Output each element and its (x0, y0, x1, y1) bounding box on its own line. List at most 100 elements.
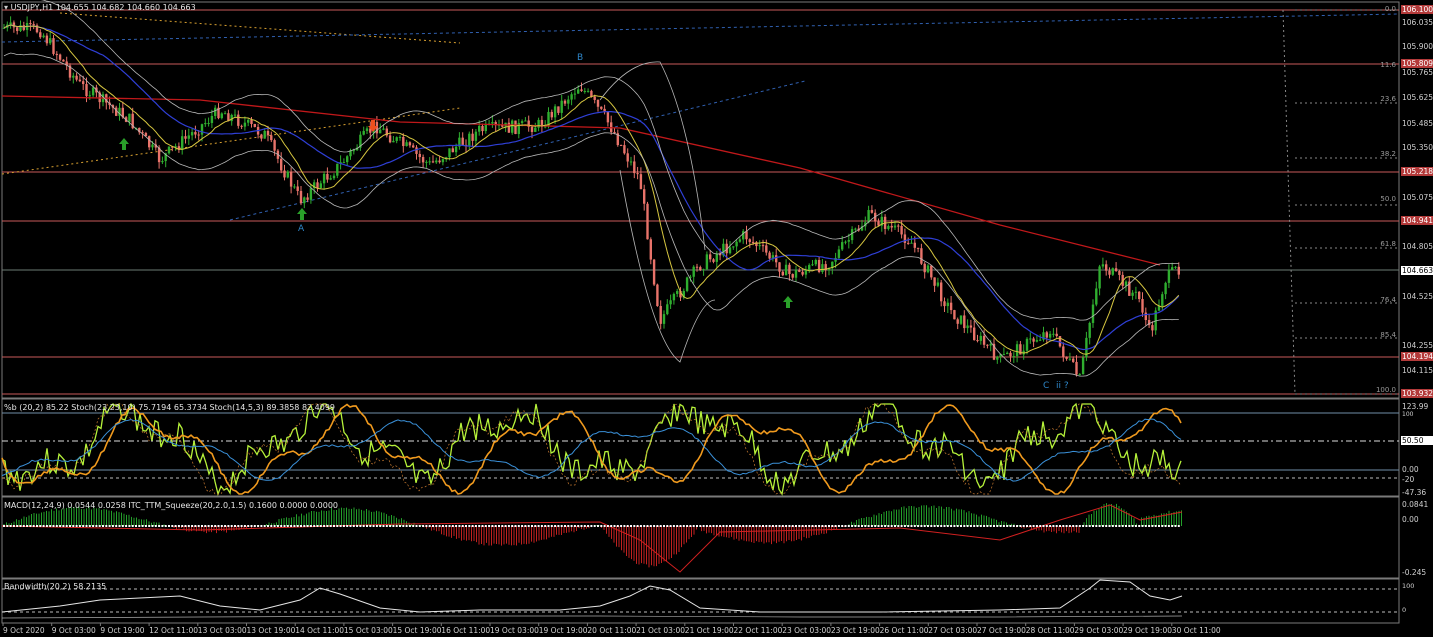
squeeze-dot (762, 525, 764, 527)
squeeze-dot (16, 525, 19, 527)
squeeze-dot (712, 525, 715, 527)
candle-body (702, 269, 705, 271)
squeeze-dot (95, 525, 98, 527)
time-tick: 28 Oct 11:00 (1025, 626, 1075, 635)
squeeze-dot (920, 525, 923, 527)
squeeze-dot (636, 525, 639, 527)
level-box-103932: 103.932 (1401, 389, 1433, 398)
squeeze-dot (455, 525, 458, 527)
candle-body (438, 160, 441, 163)
squeeze-dot (362, 525, 365, 527)
squeeze-dot (352, 525, 355, 527)
squeeze-dot (428, 525, 431, 527)
candle-body (1164, 282, 1167, 295)
squeeze-dot (267, 525, 269, 527)
candle-body (870, 210, 874, 213)
candle-body (1075, 361, 1078, 375)
squeeze-dot (72, 525, 75, 527)
candle-body (659, 305, 662, 324)
candle-body (233, 114, 237, 116)
candle-body (45, 35, 49, 44)
squeeze-dot (98, 525, 101, 527)
squeeze-dot (540, 525, 543, 527)
squeeze-dot (791, 525, 794, 527)
candle-body (55, 53, 58, 55)
candle-body (778, 262, 781, 272)
squeeze-dot (1022, 525, 1025, 527)
candle-body (184, 136, 187, 139)
collapse-triangle-icon[interactable]: ▾ (4, 3, 8, 12)
candle-body (989, 343, 992, 346)
squeeze-dot (39, 525, 42, 527)
candle-body (223, 113, 227, 115)
candle-body (260, 134, 263, 139)
candle-body (976, 340, 979, 342)
candle-body (322, 173, 326, 184)
squeeze-dot (32, 525, 35, 527)
candle-body (563, 100, 567, 104)
squeeze-dot (917, 525, 920, 527)
panel-frames (1, 1, 1400, 626)
squeeze-dot (260, 525, 263, 527)
squeeze-dot (1009, 525, 1012, 527)
squeeze-dot (672, 525, 675, 527)
squeeze-dot (544, 525, 547, 527)
candle-body (72, 75, 75, 78)
candle-body (1171, 267, 1174, 270)
squeeze-dot (1016, 525, 1019, 527)
candle-body (524, 120, 527, 122)
squeeze-dot (808, 525, 811, 527)
trend-line (59, 12, 461, 44)
squeeze-dot (1012, 525, 1015, 527)
squeeze-dot (1115, 525, 1118, 527)
squeeze-dot (227, 525, 230, 527)
squeeze-dot (1141, 525, 1144, 527)
squeeze-dot (1065, 525, 1068, 527)
squeeze-dot (356, 525, 359, 527)
squeeze-dot (102, 525, 104, 527)
candle-body (478, 125, 481, 132)
candle-body (900, 225, 903, 235)
candle-body (844, 241, 847, 243)
squeeze-dot (610, 525, 613, 527)
candle-body (1105, 264, 1108, 271)
candle-body (738, 239, 742, 242)
squeeze-dot (465, 525, 467, 527)
candle-body (1045, 332, 1048, 338)
candle-body (1015, 344, 1019, 357)
squeeze-dot (69, 525, 71, 527)
candle-body (428, 161, 431, 163)
squeeze-dot (425, 525, 428, 527)
squeeze-dot (52, 525, 55, 527)
squeeze-dot (342, 525, 345, 527)
squeeze-dot (960, 525, 962, 527)
squeeze-dot (725, 525, 728, 527)
candle-body (52, 38, 55, 54)
candle-body (1052, 333, 1055, 335)
squeeze-dot (521, 525, 524, 527)
squeeze-dot (587, 525, 590, 527)
macd-tick: 0.00 (1402, 515, 1419, 524)
candle-body (263, 130, 266, 139)
candle-body (662, 314, 666, 324)
candle-body (946, 302, 949, 307)
ma-blue-line (3, 24, 1180, 351)
candle-body (220, 113, 223, 119)
squeeze-dot (577, 525, 580, 527)
candle-body (775, 255, 778, 263)
squeeze-dot (144, 525, 147, 527)
candle-body (560, 100, 563, 113)
candle-body (16, 27, 19, 31)
candle-body (573, 93, 577, 95)
time-tick: 15 Oct 19:00 (392, 626, 442, 635)
squeeze-dot (481, 525, 484, 527)
candle-body (1065, 356, 1068, 359)
squeeze-dot (573, 525, 576, 527)
squeeze-dot (682, 525, 685, 527)
candle-body (550, 111, 553, 118)
candle-body (1032, 338, 1035, 342)
candle-body (768, 252, 771, 259)
squeeze-dot (148, 525, 151, 527)
squeeze-dot (623, 525, 626, 527)
chart-canvas[interactable] (0, 0, 1433, 637)
